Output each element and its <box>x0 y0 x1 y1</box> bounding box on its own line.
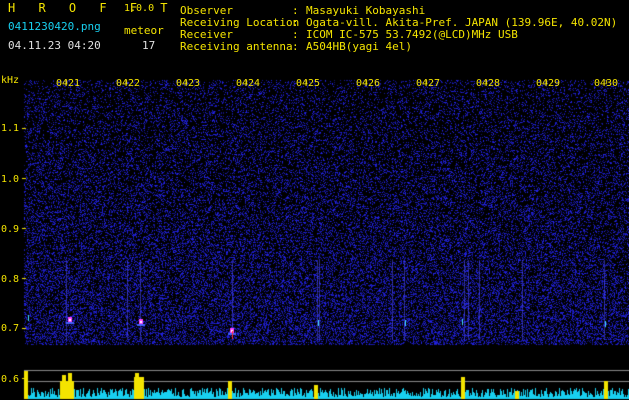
y-tick-0-7: 0.7 <box>1 323 20 334</box>
x-tick-0426: 0426 <box>356 78 381 89</box>
spectrogram-canvas <box>0 75 629 400</box>
x-tick-0430: 0430 <box>594 78 619 89</box>
y-tick-0-6: 0.6 <box>1 374 20 385</box>
y-tick-1-1: 1.1 <box>1 123 20 134</box>
header-panel: H R O F F T 1.0.0 0411230420.png meteor … <box>0 0 629 75</box>
x-tick-0429: 0429 <box>536 78 561 89</box>
timestamp: 04.11.23 04:20 <box>8 39 101 52</box>
antenna-label: Receiving antenna <box>180 40 293 53</box>
y-tick-0-8: 0.8 <box>1 274 20 285</box>
antenna-value: A504HB(yagi 4el) <box>306 40 412 53</box>
antenna-sep: : <box>292 40 299 53</box>
x-tick-0421: 0421 <box>56 78 81 89</box>
y-tick-1-0: 1.0 <box>1 174 20 185</box>
y-tick-0-9: 0.9 <box>1 224 20 235</box>
x-tick-0427: 0427 <box>416 78 441 89</box>
file-name: 0411230420.png <box>8 20 101 33</box>
meteor-count-value: 17 <box>142 39 156 52</box>
x-tick-0422: 0422 <box>116 78 141 89</box>
x-tick-0424: 0424 <box>236 78 261 89</box>
meteor-count-label: meteor <box>124 24 164 37</box>
x-tick-0423: 0423 <box>176 78 201 89</box>
app-version: 1.0.0 <box>124 3 155 14</box>
x-tick-0425: 0425 <box>296 78 321 89</box>
y-unit-label: kHz <box>1 75 20 86</box>
x-tick-0428: 0428 <box>476 78 501 89</box>
